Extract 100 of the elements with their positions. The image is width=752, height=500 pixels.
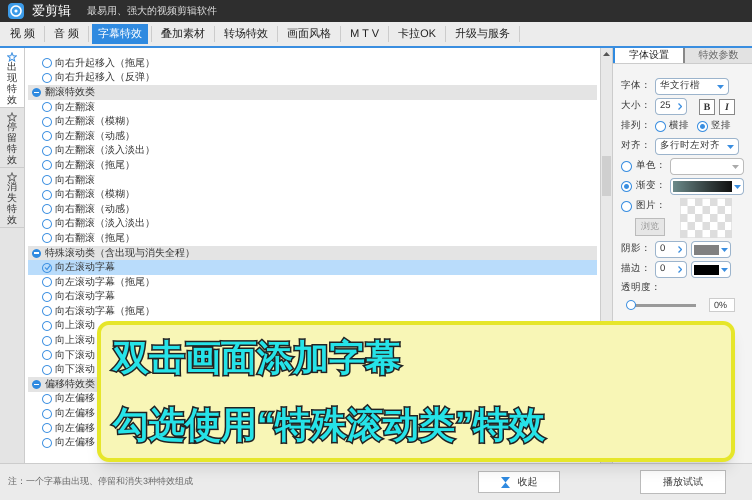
radio-button[interactable] — [42, 102, 52, 112]
effect-item[interactable]: 向右升起移入（反弹） — [28, 70, 159, 86]
radio-button[interactable] — [42, 72, 52, 83]
radio-button[interactable] — [42, 160, 52, 170]
effect-item[interactable]: 向右翻滚（淡入淡出） — [28, 216, 159, 232]
scroll-thumb[interactable] — [602, 156, 611, 196]
side-tab[interactable]: 出现特效 — [0, 48, 24, 108]
color-picker[interactable] — [670, 158, 744, 175]
caret-icon — [717, 84, 724, 88]
effect-item[interactable]: 向左滚动字幕 — [28, 260, 597, 275]
collapse-button[interactable]: 收起 — [478, 471, 560, 493]
option-label: 横排 — [669, 119, 689, 134]
radio-button[interactable] — [42, 364, 52, 375]
panel-tab[interactable]: 字体设置 — [613, 48, 682, 63]
menu-tab[interactable]: 卡拉OK — [392, 24, 442, 44]
effect-item[interactable]: 向左偏移 — [28, 406, 99, 421]
option-label: 竖排 — [711, 119, 731, 134]
panel-tab[interactable]: 特效参数 — [682, 48, 752, 63]
field-label: 大小： — [621, 99, 651, 114]
radio-button[interactable] — [42, 146, 52, 156]
dropdown-field[interactable]: 华文行楷 — [655, 78, 729, 95]
play-button[interactable]: 播放试试 — [640, 470, 726, 494]
app-slogan: 最易用、强大的视频剪辑软件 — [87, 4, 217, 18]
group-header[interactable]: 翻滚特效类 — [28, 85, 597, 100]
radio-button[interactable] — [42, 233, 52, 244]
collapse-icon[interactable] — [32, 248, 41, 258]
menu-tab[interactable]: 转场特效 — [218, 24, 274, 44]
caret-icon — [721, 248, 728, 252]
radio-button[interactable] — [621, 201, 632, 212]
radio-button[interactable] — [42, 350, 52, 360]
effect-item[interactable]: 向左翻滚（模糊） — [28, 114, 139, 129]
menu-tab[interactable]: 升级与服务 — [448, 24, 516, 44]
radio-button[interactable] — [42, 116, 52, 127]
effect-item[interactable]: 向左翻滚（拖尾） — [28, 158, 139, 173]
radio-button[interactable] — [42, 306, 52, 316]
effect-item[interactable]: 向右滚动字幕（拖尾） — [28, 304, 159, 319]
effect-item[interactable]: 向上滚动 — [28, 333, 99, 348]
effect-item[interactable]: 向右升起移入（拖尾） — [28, 56, 159, 71]
radio-button[interactable] — [42, 438, 52, 448]
number-field[interactable]: 0 — [655, 241, 687, 258]
effect-item[interactable]: 向左翻滚 — [28, 100, 99, 114]
radio-button[interactable] — [42, 423, 52, 434]
effect-item[interactable]: 向右翻滚（动感） — [28, 202, 139, 217]
effect-item[interactable]: 向右翻滚 — [28, 172, 99, 188]
effect-item[interactable]: 向左偏移 — [28, 435, 99, 450]
collapse-icon[interactable] — [32, 380, 41, 389]
star-icon — [7, 112, 17, 122]
radio-button[interactable] — [42, 218, 52, 229]
check-icon — [44, 264, 50, 272]
effect-item[interactable]: 向左偏移 — [28, 420, 99, 436]
menu-tab[interactable]: 音 频 — [48, 24, 86, 44]
field-label: 阴影： — [621, 242, 651, 256]
radio-button[interactable] — [42, 336, 52, 346]
bold-button[interactable]: B — [699, 98, 715, 114]
radio-button[interactable] — [42, 190, 52, 200]
number-field[interactable]: 25 — [655, 98, 687, 115]
menu-tab[interactable]: 叠加素材 — [155, 24, 212, 44]
menu-tab[interactable]: 视 频 — [4, 24, 42, 44]
callout-text: 勾选使用“特殊滚动类”特效 — [113, 406, 546, 443]
menu-tab[interactable]: 字幕特效 — [92, 24, 148, 44]
app-logo-icon — [8, 3, 24, 19]
menu-tab[interactable]: M T V — [344, 24, 386, 44]
effect-item[interactable]: 向左翻滚（动感） — [28, 128, 139, 144]
effect-item[interactable]: 向左滚动字幕（拖尾） — [28, 274, 159, 290]
radio-button[interactable] — [42, 58, 52, 68]
effect-item[interactable]: 向下滚动 — [28, 348, 99, 362]
radio-button[interactable] — [697, 121, 708, 132]
color-picker[interactable] — [670, 178, 744, 195]
group-header[interactable]: 特殊滚动类（含出现与消失全程） — [28, 246, 597, 260]
radio-button[interactable] — [621, 161, 632, 172]
color-picker[interactable] — [691, 261, 731, 278]
radio-button[interactable] — [621, 181, 632, 192]
callout-text: 双击画面添加字幕 — [113, 340, 402, 376]
radio-button[interactable] — [42, 320, 52, 331]
effect-item[interactable]: 向右翻滚（模糊） — [28, 187, 139, 202]
scroll-up-icon[interactable] — [603, 52, 610, 56]
menu-tab[interactable]: 画面风格 — [281, 24, 338, 44]
collapse-icon[interactable] — [32, 88, 41, 97]
app-name: 爱剪辑 — [32, 2, 71, 20]
radio-button[interactable] — [42, 131, 52, 142]
effect-item[interactable]: 向左偏移 — [28, 392, 99, 406]
radio-button[interactable] — [42, 292, 52, 302]
radio-button[interactable] — [42, 262, 52, 273]
effect-item[interactable]: 向下滚动 — [28, 362, 99, 378]
chevron-icon — [678, 103, 682, 110]
effect-item[interactable]: 向上滚动 — [28, 318, 99, 334]
color-picker[interactable] — [691, 241, 731, 258]
chevron-icon — [678, 266, 682, 273]
radio-button[interactable] — [42, 204, 52, 214]
radio-button[interactable] — [42, 408, 52, 419]
radio-button[interactable] — [655, 121, 666, 132]
radio-button[interactable] — [42, 277, 52, 288]
effect-item[interactable]: 向右翻滚（拖尾） — [28, 231, 139, 246]
dropdown-field[interactable]: 多行时左对齐 — [655, 138, 739, 155]
italic-button[interactable]: I — [719, 98, 735, 114]
radio-button[interactable] — [42, 175, 52, 186]
effect-item[interactable]: 向左翻滚（淡入淡出） — [28, 144, 159, 158]
number-field[interactable]: 0 — [655, 261, 687, 278]
radio-button[interactable] — [42, 394, 52, 404]
effect-item[interactable]: 向右滚动字幕 — [28, 290, 119, 304]
